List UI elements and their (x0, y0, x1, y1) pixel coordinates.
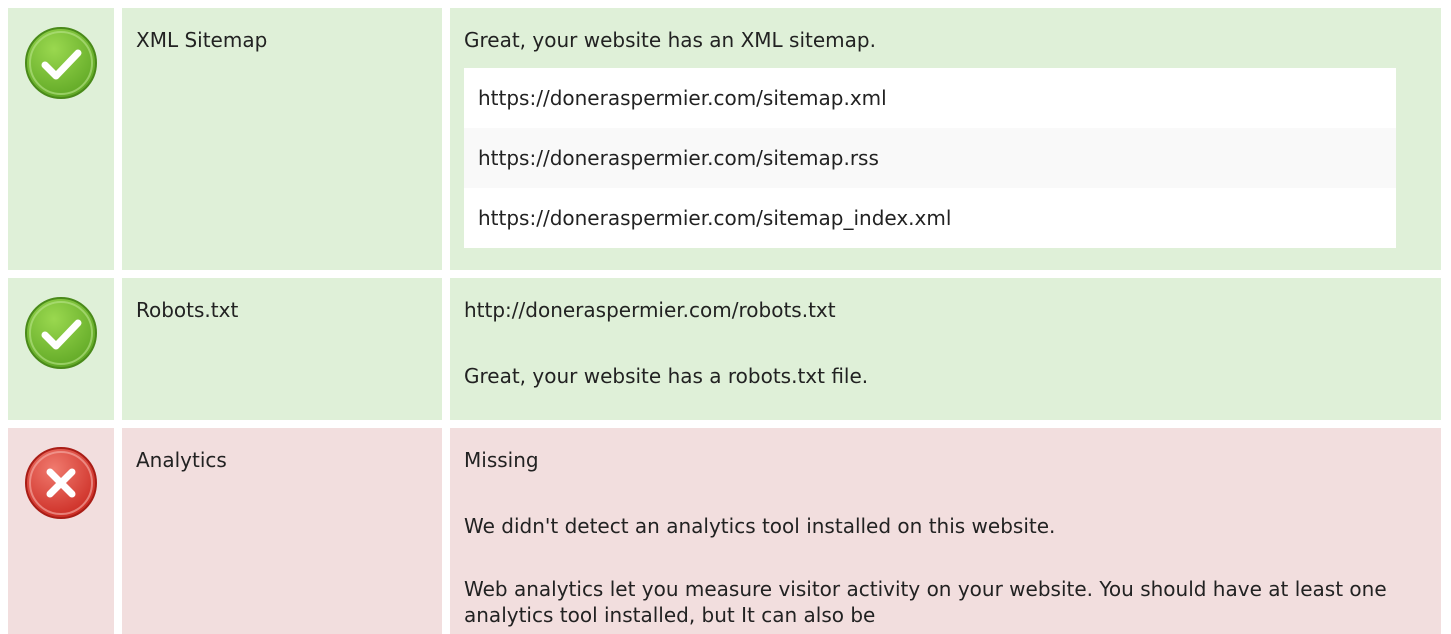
check-label: Robots.txt (136, 298, 239, 322)
status-icon-cell (8, 8, 114, 270)
result-message: We didn't detect an analytics tool insta… (464, 514, 1056, 538)
check-label: XML Sitemap (136, 28, 268, 52)
check-label: Analytics (136, 448, 227, 472)
report-row-robots-txt: Robots.txt http://doneraspermier.com/rob… (0, 278, 1451, 420)
status-icon-cell (8, 278, 114, 420)
robots-url: http://doneraspermier.com/robots.txt (464, 298, 836, 322)
check-label-cell: Robots.txt (122, 278, 442, 420)
check-label-cell: Analytics (122, 428, 442, 634)
check-label-cell: XML Sitemap (122, 8, 442, 270)
check-result-cell: http://doneraspermier.com/robots.txt Gre… (450, 278, 1441, 420)
seo-report: XML Sitemap Great, your website has an X… (0, 0, 1451, 634)
check-result-cell: Missing We didn't detect an analytics to… (450, 428, 1441, 634)
result-message: Great, your website has a robots.txt fil… (464, 364, 869, 388)
report-row-analytics: Analytics Missing We didn't detect an an… (0, 428, 1451, 634)
sitemap-url: https://doneraspermier.com/sitemap_index… (464, 188, 1396, 248)
x-circle-icon (25, 447, 97, 519)
result-message: Great, your website has an XML sitemap. (464, 28, 876, 52)
check-circle-icon (25, 297, 97, 369)
check-result-cell: Great, your website has an XML sitemap. … (450, 8, 1441, 270)
analytics-description: Web analytics let you measure visitor ac… (464, 577, 1387, 627)
check-circle-icon (25, 27, 97, 99)
sitemap-url-list: https://doneraspermier.com/sitemap.xml h… (464, 68, 1396, 248)
sitemap-url: https://doneraspermier.com/sitemap.rss (464, 128, 1396, 188)
sitemap-url: https://doneraspermier.com/sitemap.xml (464, 68, 1396, 128)
report-row-xml-sitemap: XML Sitemap Great, your website has an X… (0, 8, 1451, 270)
status-icon-cell (8, 428, 114, 634)
analytics-status: Missing (464, 448, 539, 472)
